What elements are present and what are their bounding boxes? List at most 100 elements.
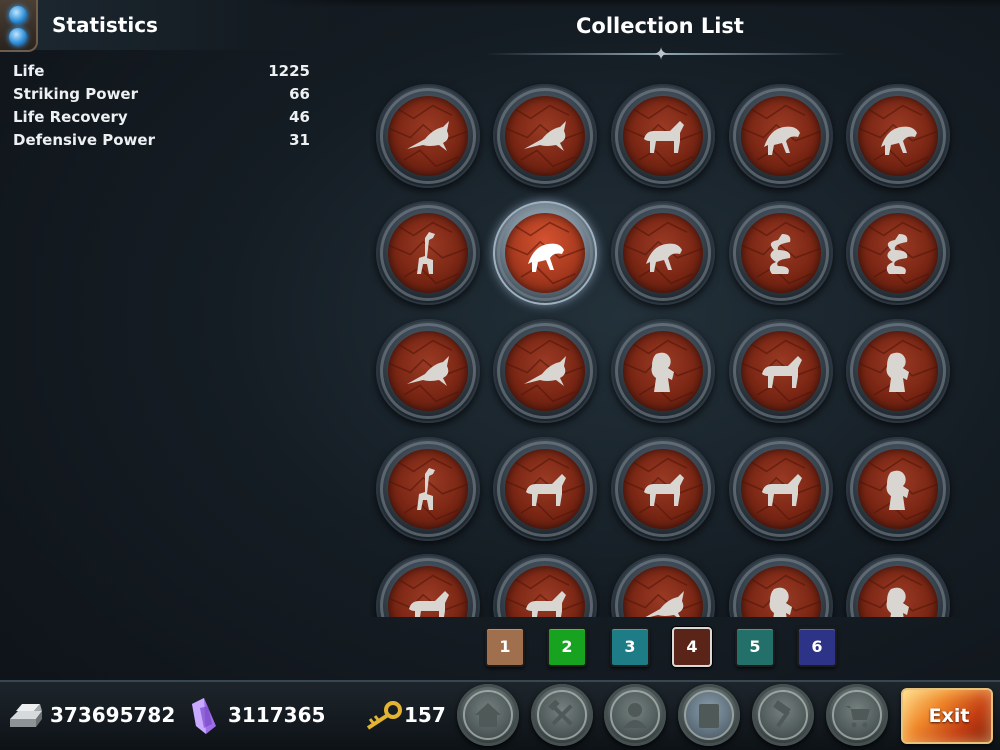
lion-icon	[651, 352, 674, 392]
collection-item-disc	[388, 331, 468, 411]
stat-value: 66	[289, 85, 310, 103]
collection-item-disc	[623, 566, 703, 617]
collection-title: Collection List	[576, 14, 744, 38]
shop-button[interactable]	[826, 684, 888, 746]
hammer-icon	[773, 700, 791, 728]
deer-icon	[417, 232, 435, 274]
collection-item-rhino[interactable]	[493, 437, 597, 541]
collection-item-marlin[interactable]	[493, 84, 597, 188]
stat-label: Life	[13, 62, 45, 80]
key-amount: 157	[404, 703, 446, 727]
collection-item-disc	[505, 566, 585, 617]
tools-icon	[548, 700, 573, 726]
page-tab-5[interactable]: 5	[735, 627, 775, 667]
home-icon	[475, 703, 501, 727]
divider-star-icon: ✦	[653, 44, 669, 65]
collection-item-disc	[623, 96, 703, 176]
collection-item-disc	[858, 213, 938, 293]
page-tab-2[interactable]: 2	[547, 627, 587, 667]
stat-label: Defensive Power	[13, 131, 155, 149]
collection-item-moose[interactable]	[611, 84, 715, 188]
key-icon	[366, 701, 402, 730]
collection-button[interactable]	[678, 684, 740, 746]
hippo-icon	[409, 591, 449, 617]
stat-label: Striking Power	[13, 85, 138, 103]
collection-item-elephant[interactable]	[729, 437, 833, 541]
collection-item-disc	[741, 566, 821, 617]
stat-value: 1225	[268, 62, 310, 80]
collection-item-hippo[interactable]	[376, 554, 480, 617]
hammer-button[interactable]	[752, 684, 814, 746]
collection-item-disc	[505, 96, 585, 176]
crystal-amount: 3117365	[228, 703, 326, 727]
bear-icon	[886, 352, 909, 392]
shark-icon	[645, 591, 684, 617]
collection-item-seahorse[interactable]	[729, 554, 833, 617]
collection-item-bear[interactable]	[846, 319, 950, 423]
rhino-icon	[526, 474, 566, 506]
collection-item-disc	[741, 96, 821, 176]
mammoth-icon	[526, 591, 566, 617]
page-tab-6[interactable]: 6	[797, 627, 837, 667]
collection-item-disc	[623, 449, 703, 529]
collection-item-horse[interactable]	[846, 554, 950, 617]
collection-item-shark[interactable]	[611, 554, 715, 617]
collection-item-lion[interactable]	[611, 319, 715, 423]
shop-cart-icon	[845, 706, 870, 728]
collection-item-disc	[623, 213, 703, 293]
collection-item-cat[interactable]	[611, 201, 715, 305]
page-tab-4[interactable]: 4	[672, 627, 712, 667]
swordfish-icon	[407, 121, 449, 151]
collection-item-deer[interactable]	[376, 201, 480, 305]
crystal-icon	[192, 698, 216, 734]
character-button[interactable]	[604, 684, 666, 746]
collection-item-leopard[interactable]	[493, 201, 597, 305]
collection-item-disc	[505, 449, 585, 529]
collection-item-dolphin[interactable]	[493, 319, 597, 423]
collection-item-bull[interactable]	[729, 319, 833, 423]
collection-item-cobra[interactable]	[846, 201, 950, 305]
collection-item-disc	[623, 331, 703, 411]
collection-item-mammoth[interactable]	[493, 554, 597, 617]
moose-icon	[644, 121, 684, 153]
home-button[interactable]	[457, 684, 519, 746]
stat-row-striking-power: Striking Power 66	[13, 85, 310, 107]
collection-item-disc	[388, 96, 468, 176]
stat-value: 46	[289, 108, 310, 126]
collection-item-disc	[505, 213, 585, 293]
stat-row-defensive-power: Defensive Power 31	[13, 131, 310, 153]
collection-item-gorilla[interactable]	[846, 437, 950, 541]
collection-item-swordfish[interactable]	[376, 84, 480, 188]
monkey-icon	[881, 126, 917, 155]
stats-title: Statistics	[52, 13, 158, 37]
gorilla-icon	[886, 470, 909, 510]
snake-icon	[769, 234, 791, 274]
exit-button[interactable]: Exit	[901, 688, 993, 744]
collection-item-rhinoceros[interactable]	[611, 437, 715, 541]
page-tab-1[interactable]: 1	[485, 627, 525, 667]
collection-item-disc	[741, 213, 821, 293]
collection-item-snake[interactable]	[729, 201, 833, 305]
collection-item-disc	[741, 449, 821, 529]
stat-value: 31	[289, 131, 310, 149]
tools-button[interactable]	[531, 684, 593, 746]
horse-icon	[886, 587, 909, 617]
collection-item-hammerhead-shark[interactable]	[376, 319, 480, 423]
collection-item-iguana[interactable]	[729, 84, 833, 188]
elephant-icon	[762, 474, 802, 506]
collection-item-giraffe[interactable]	[376, 437, 480, 541]
leopard-icon	[528, 243, 564, 272]
stats-badge-icon	[0, 0, 38, 52]
exit-label: Exit	[928, 705, 970, 727]
stat-label: Life Recovery	[13, 108, 128, 126]
page-tab-3[interactable]: 3	[610, 627, 650, 667]
stat-row-life-recovery: Life Recovery 46	[13, 108, 310, 130]
collection-item-disc	[858, 566, 938, 617]
marlin-icon	[524, 121, 566, 151]
collection-item-monkey[interactable]	[846, 84, 950, 188]
iguana-icon	[764, 126, 800, 155]
collection-item-disc	[388, 213, 468, 293]
hammerhead-shark-icon	[407, 356, 449, 386]
giraffe-icon	[417, 468, 435, 510]
collection-item-disc	[388, 449, 468, 529]
